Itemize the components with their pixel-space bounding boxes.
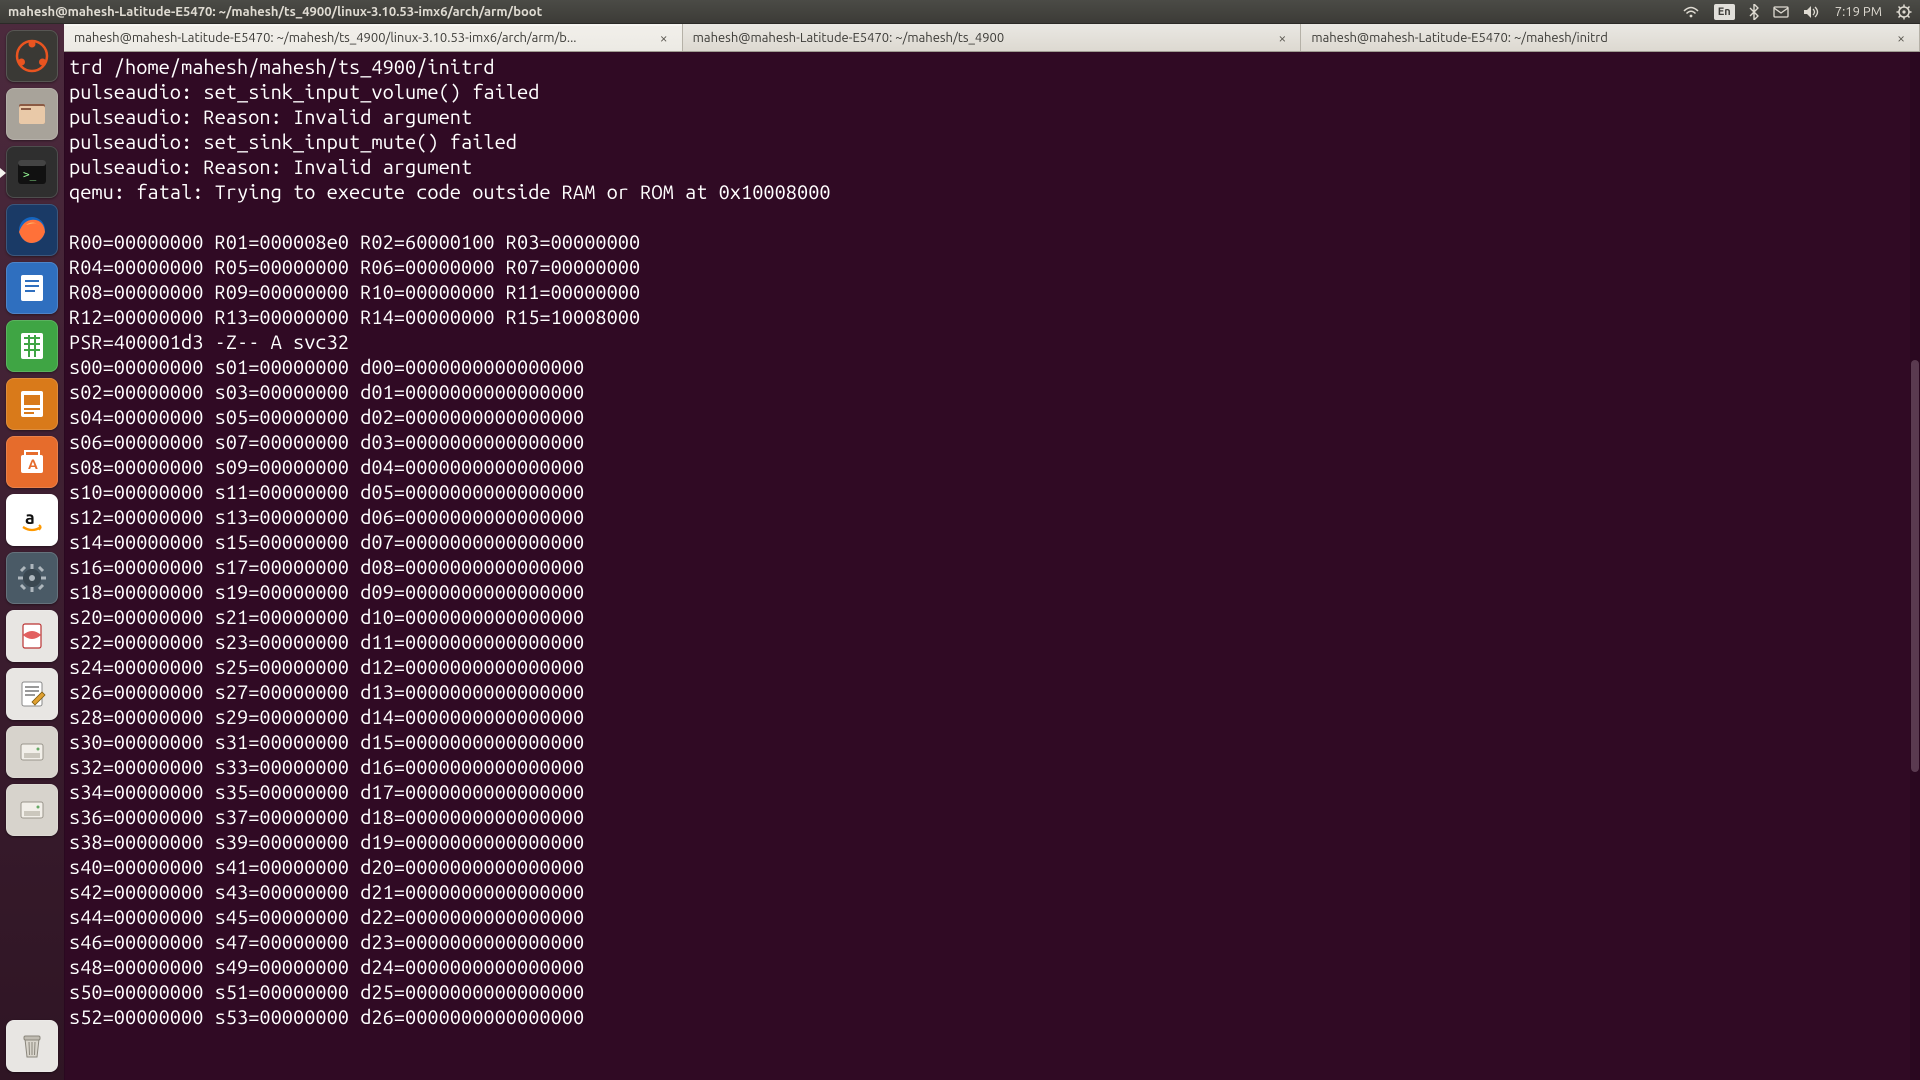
calc-icon[interactable]	[6, 320, 58, 372]
dash-icon[interactable]	[6, 30, 58, 82]
files-icon[interactable]	[6, 88, 58, 140]
top-menubar: mahesh@mahesh-Latitude-E5470: ~/mahesh/t…	[0, 0, 1920, 24]
terminal-tab-2[interactable]: mahesh@mahesh-Latitude-E5470: ~/mahesh/i…	[1301, 24, 1920, 51]
svg-text:>_: >_	[23, 168, 37, 181]
terminal-tab-label: mahesh@mahesh-Latitude-E5470: ~/mahesh/i…	[1311, 31, 1885, 45]
messaging-icon[interactable]	[1773, 5, 1789, 19]
terminal-tab-1[interactable]: mahesh@mahesh-Latitude-E5470: ~/mahesh/t…	[683, 24, 1302, 51]
terminal-tab-label: mahesh@mahesh-Latitude-E5470: ~/mahesh/t…	[693, 31, 1267, 45]
terminal-tab-label: mahesh@mahesh-Latitude-E5470: ~/mahesh/t…	[74, 31, 648, 45]
text-editor-icon[interactable]	[6, 668, 58, 720]
running-pip-icon	[0, 168, 6, 178]
close-icon[interactable]: ×	[656, 30, 672, 46]
trash-icon[interactable]	[6, 1020, 58, 1072]
terminal-output: trd /home/mahesh/mahesh/ts_4900/initrd p…	[65, 52, 1920, 1033]
unity-launcher: >_ A a	[0, 24, 64, 1080]
disk2-icon[interactable]	[6, 784, 58, 836]
wifi-icon[interactable]	[1682, 5, 1700, 19]
terminal-tabbar: mahesh@mahesh-Latitude-E5470: ~/mahesh/t…	[64, 24, 1920, 52]
disk1-icon[interactable]	[6, 726, 58, 778]
clock[interactable]: 7:19 PM	[1835, 5, 1882, 19]
impress-icon[interactable]	[6, 378, 58, 430]
svg-text:A: A	[28, 456, 38, 472]
session-gear-icon[interactable]	[1896, 4, 1912, 20]
amazon-icon[interactable]: a	[6, 494, 58, 546]
document-viewer-icon[interactable]	[6, 610, 58, 662]
svg-text:a: a	[25, 508, 35, 528]
close-icon[interactable]: ×	[1893, 30, 1909, 46]
volume-icon[interactable]	[1803, 5, 1821, 19]
indicator-area: En 7:19 PM	[1682, 4, 1912, 20]
system-settings-icon[interactable]	[6, 552, 58, 604]
close-icon[interactable]: ×	[1274, 30, 1290, 46]
terminal-viewport[interactable]: trd /home/mahesh/mahesh/ts_4900/initrd p…	[64, 52, 1920, 1080]
firefox-icon[interactable]	[6, 204, 58, 256]
terminal-icon[interactable]: >_	[6, 146, 58, 198]
window-title: mahesh@mahesh-Latitude-E5470: ~/mahesh/t…	[8, 5, 542, 19]
bluetooth-icon[interactable]	[1749, 4, 1759, 20]
scrollbar[interactable]	[1910, 52, 1920, 1080]
terminal-tab-0[interactable]: mahesh@mahesh-Latitude-E5470: ~/mahesh/t…	[64, 24, 683, 51]
scrollbar-thumb[interactable]	[1911, 360, 1919, 771]
language-indicator[interactable]: En	[1714, 4, 1735, 20]
writer-icon[interactable]	[6, 262, 58, 314]
software-center-icon[interactable]: A	[6, 436, 58, 488]
